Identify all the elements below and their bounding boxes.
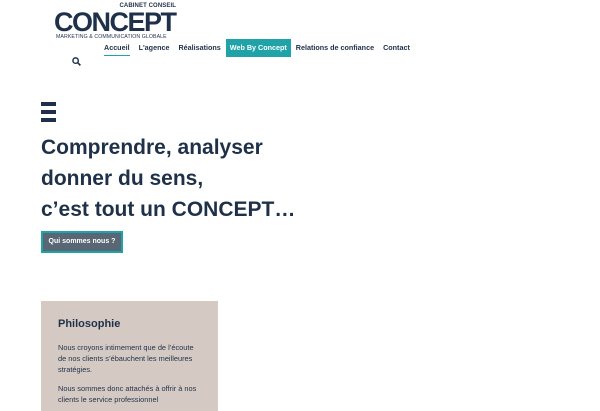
main-nav: Accueil L'agence Réalisations Web By Con…	[100, 39, 415, 57]
philosophy-card: Philosophie Nous croyons intimement que …	[41, 301, 218, 411]
nav-item-realisations[interactable]: Réalisations	[174, 39, 224, 57]
nav-item-web-by-concept[interactable]: Web By Concept	[225, 39, 291, 57]
logo-wordmark: CONCEPT	[54, 7, 177, 37]
who-are-we-button[interactable]: Qui sommes nous ?	[41, 231, 123, 253]
card-paragraph-2: Nous sommes donc attachés à offrir à nos…	[58, 384, 197, 404]
hero-line-2: donner du sens,	[41, 167, 204, 190]
hamburger-bar	[41, 118, 56, 122]
logo[interactable]: CABINET CONSEIL CONCEPT MARKETING & COMM…	[54, 3, 178, 41]
hamburger-bar	[41, 102, 56, 106]
nav-item-relations[interactable]: Relations de confiance	[292, 39, 378, 57]
hero-heading: Comprendre, analyser donner du sens, c’e…	[41, 132, 295, 225]
card-title: Philosophie	[58, 318, 121, 330]
nav-item-agence[interactable]: L'agence	[135, 39, 174, 57]
nav-item-accueil[interactable]: Accueil	[100, 39, 134, 57]
hero-line-1: Comprendre, analyser	[41, 136, 263, 159]
search-icon[interactable]	[72, 57, 81, 66]
hamburger-bar	[41, 110, 56, 114]
card-paragraph-1: Nous croyons intimement que de l’écoute …	[58, 343, 194, 374]
hero-line-3: c’est tout un CONCEPT…	[41, 198, 296, 221]
nav-item-contact[interactable]: Contact	[379, 39, 414, 57]
hamburger-menu-icon[interactable]	[41, 102, 56, 123]
